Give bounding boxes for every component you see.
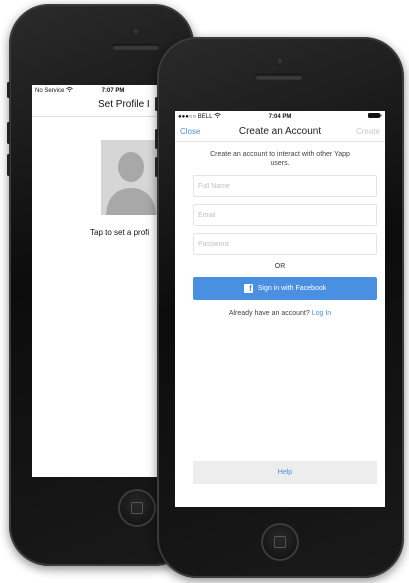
wifi-icon: [66, 87, 74, 94]
status-bar: ●●●○○ BELL 7:04 PM: [175, 111, 385, 122]
front-camera: [276, 57, 284, 65]
page-title: Set Profile I: [98, 99, 150, 110]
create-button[interactable]: Create: [356, 127, 380, 136]
home-button: [118, 489, 156, 527]
password-input[interactable]: [193, 233, 377, 255]
intro-text: Create an account to interact with other…: [210, 151, 350, 167]
or-divider: OR: [274, 263, 286, 270]
battery-icon: [368, 113, 382, 120]
front-phone: ●●●○○ BELL 7:04 PM Close Create an Accou…: [155, 37, 404, 578]
volume-down-button: [155, 157, 158, 177]
front-screen: ●●●○○ BELL 7:04 PM Close Create an Accou…: [175, 111, 385, 507]
facebook-signin-button[interactable]: f Sign in with Facebook: [193, 277, 377, 300]
carrier-label: ●●●○○ BELL: [178, 113, 213, 120]
profile-photo-button[interactable]: [101, 140, 161, 215]
account-prompt-text: Already have an account?: [228, 310, 310, 317]
login-prompt: Already have an account? Log In: [175, 310, 385, 317]
mute-switch: [155, 97, 158, 111]
carrier-label: No Service: [35, 87, 65, 94]
email-input[interactable]: [193, 204, 377, 226]
person-silhouette-icon: [101, 140, 161, 215]
volume-up-button: [155, 129, 158, 149]
profile-caption: Tap to set a profi: [90, 228, 150, 237]
earpiece-speaker: [255, 74, 303, 80]
close-button[interactable]: Close: [180, 127, 200, 136]
help-button[interactable]: Help: [193, 461, 377, 484]
facebook-signin-label: Sign in with Facebook: [257, 285, 327, 292]
page-title: Create an Account: [238, 126, 322, 137]
front-camera: [132, 27, 140, 35]
full-name-input[interactable]: [193, 175, 377, 197]
volume-up-button: [7, 122, 10, 144]
facebook-icon: f: [243, 284, 253, 293]
help-label: Help: [277, 469, 293, 476]
volume-down-button: [7, 154, 10, 176]
home-button: [261, 523, 299, 561]
nav-bar: Close Create an Account Create: [175, 122, 385, 142]
wifi-icon: [214, 113, 222, 120]
login-link[interactable]: Log In: [312, 310, 331, 317]
mute-switch: [7, 82, 10, 98]
earpiece-speaker: [112, 44, 160, 50]
